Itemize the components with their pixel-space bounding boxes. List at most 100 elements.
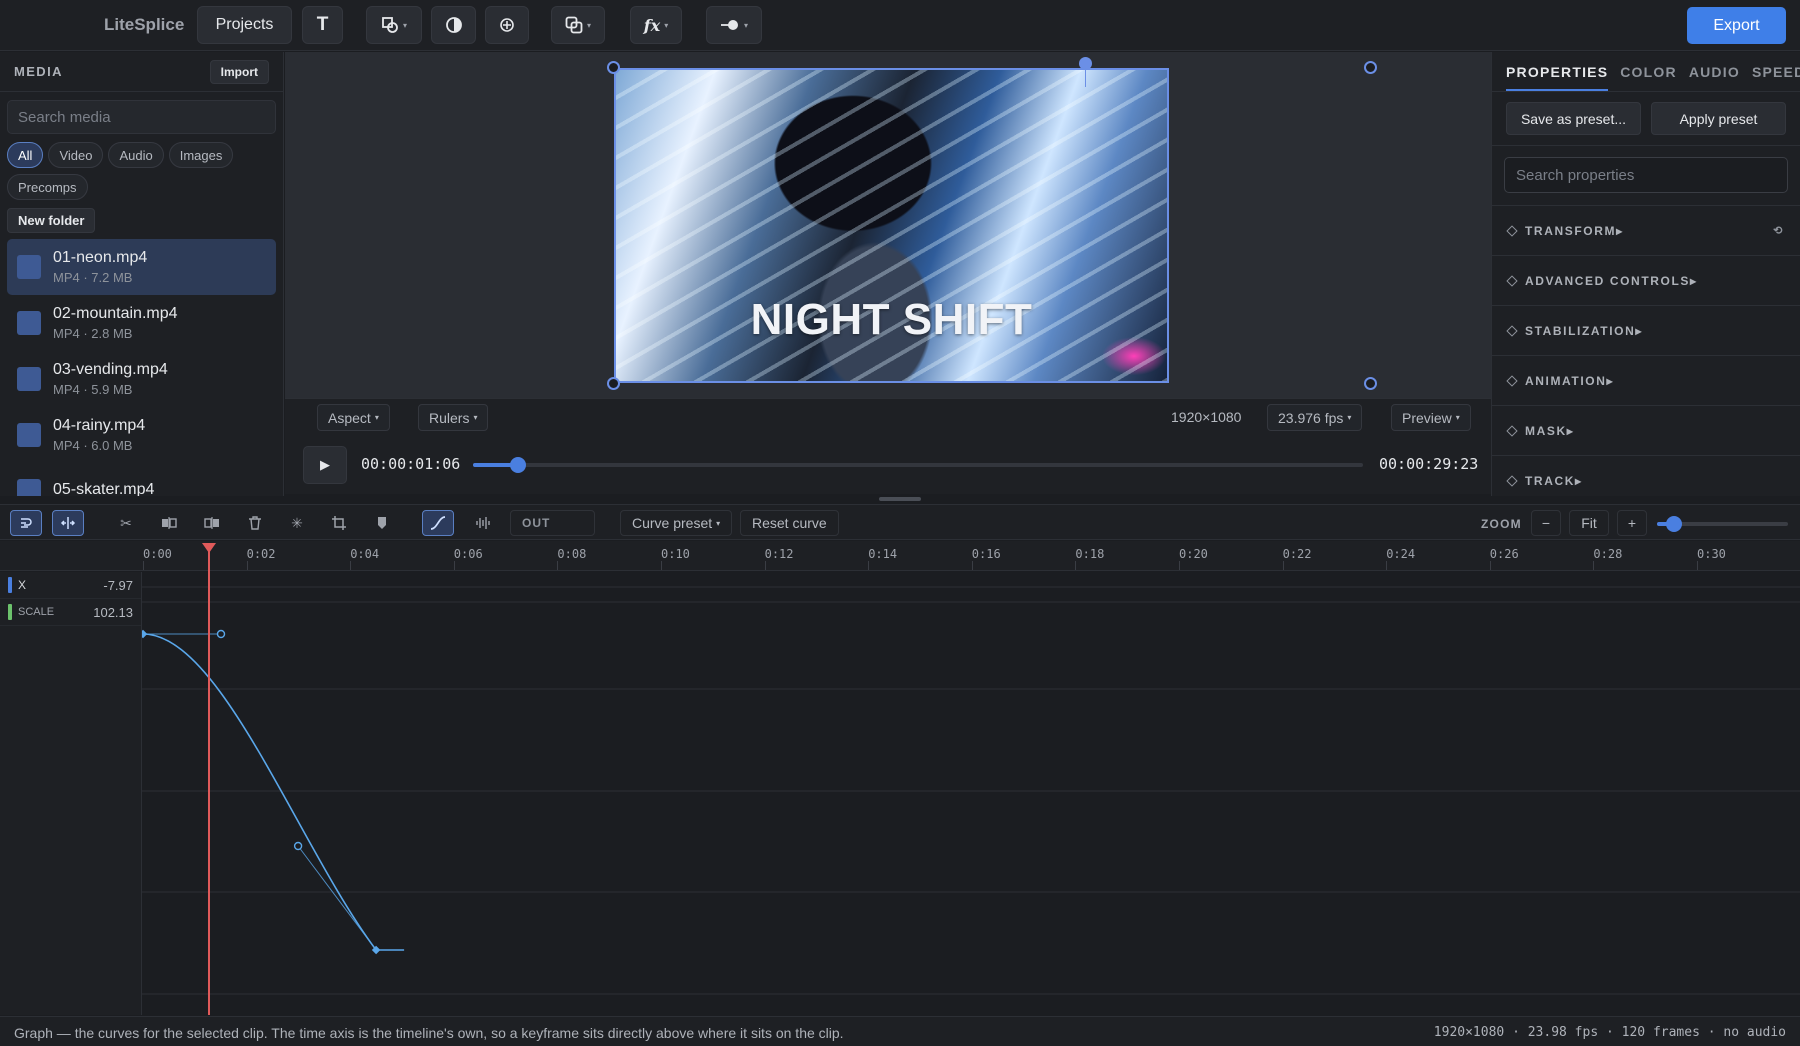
scrubber-track[interactable] <box>473 463 1363 467</box>
graph-editor[interactable] <box>138 572 1800 1015</box>
time-ruler[interactable]: 0:00 0:02 0:04 0:06 0:08 0:10 0:12 0:14 0:16 0:18… <box>142 541 1800 571</box>
tab-color[interactable]: COLOR <box>1620 64 1677 91</box>
reset-curve-button[interactable]: Reset curve <box>740 510 839 536</box>
resize-handle-bottom-right[interactable] <box>1364 377 1377 390</box>
curve-icon <box>430 516 446 530</box>
zoom-out-button[interactable]: − <box>1531 510 1561 536</box>
ruler-tick <box>1075 561 1077 570</box>
play-button[interactable]: ▶ <box>303 446 347 484</box>
marker-icon <box>378 517 386 529</box>
adjust-tool-button[interactable] <box>431 6 476 44</box>
ruler-tick <box>453 561 455 570</box>
shapes-tool-button[interactable]: ▾ <box>366 6 422 44</box>
filter-images[interactable]: Images <box>168 142 234 168</box>
effects-button[interactable]: fx ▾ <box>630 6 682 44</box>
import-button[interactable]: Import <box>209 59 269 84</box>
waveform-toggle[interactable] <box>467 510 499 536</box>
media-item[interactable]: 02-mountain.mp4 MP4 · 2.8 MB <box>7 295 276 351</box>
preview-quality-dropdown[interactable]: Preview ▾ <box>1391 404 1471 431</box>
channel-name: X <box>18 578 27 592</box>
chevron-down-icon: ▾ <box>1347 413 1352 422</box>
section-stabilization[interactable]: STABILIZATION ▸ <box>1492 305 1800 355</box>
properties-panel: PROPERTIES COLOR AUDIO SPEED Save as pre… <box>1491 52 1800 496</box>
section-transform[interactable]: TRANSFORM ▸ ⟲ <box>1492 205 1800 255</box>
tangent-handle[interactable] <box>293 841 303 851</box>
export-button[interactable]: Export <box>1687 7 1786 44</box>
section-mask[interactable]: MASK ▸ <box>1492 405 1800 455</box>
snap-toggle[interactable] <box>10 510 42 536</box>
ruler-tick-label: 0:10 <box>661 547 690 561</box>
new-folder-button[interactable]: New folder <box>7 208 96 233</box>
media-item[interactable]: 01-neon.mp4 MP4 · 7.2 MB <box>7 239 276 295</box>
resize-handle-top-right[interactable] <box>1364 61 1377 74</box>
graph-canvas[interactable] <box>138 572 1800 1015</box>
delete-button[interactable] <box>239 510 271 536</box>
search-properties-input[interactable]: Search properties <box>1504 157 1788 193</box>
composite-tool-button[interactable]: ▾ <box>551 6 605 44</box>
timeline-toolbar: ✂ ✳ OUT Curve preset ▾ Reset curve ZOOM −… <box>0 504 1800 540</box>
media-item[interactable]: 04-rainy.mp4 MP4 · 6.0 MB <box>7 407 276 463</box>
apply-preset-button[interactable]: Apply preset <box>1651 102 1786 135</box>
rotation-handle[interactable] <box>1079 57 1092 70</box>
freeze-button[interactable]: ✳ <box>281 510 313 536</box>
tab-speed[interactable]: SPEED <box>1752 64 1800 91</box>
split-right-button[interactable] <box>196 510 228 536</box>
split-left-button[interactable] <box>153 510 185 536</box>
zoom-slider-handle[interactable] <box>1666 516 1683 532</box>
toggle-tool-button[interactable]: ▾ <box>706 6 762 44</box>
ruler-tick-label: 0:12 <box>764 547 794 561</box>
curve-preset-dropdown[interactable]: Curve preset ▾ <box>620 510 733 536</box>
channel-value[interactable]: 102.13 <box>93 605 133 620</box>
section-advanced-controls[interactable]: ADVANCED CONTROLS ▸ <box>1492 255 1800 305</box>
media-item[interactable]: 05-skater.mp4 <box>7 463 276 496</box>
keyframe[interactable] <box>138 629 148 639</box>
ruler-tick <box>661 561 662 570</box>
ruler-tick-label: 0:26 <box>1489 547 1519 561</box>
chevron-down-icon: ▾ <box>402 20 407 30</box>
graph-editor-toggle[interactable] <box>422 510 454 536</box>
split-right-icon <box>204 517 219 529</box>
projects-button[interactable]: Projects <box>197 6 292 44</box>
resize-handle-bottom-left[interactable] <box>607 377 620 390</box>
text-tool-button[interactable]: T <box>302 6 343 44</box>
media-item[interactable]: 03-vending.mp4 MP4 · 5.9 MB <box>7 351 276 407</box>
tab-audio[interactable]: AUDIO <box>1689 64 1740 91</box>
channel-value[interactable]: -7.97 <box>103 578 133 593</box>
title-overlay[interactable]: NIGHT SHIFT <box>616 295 1167 345</box>
aspect-dropdown[interactable]: Aspect ▾ <box>317 404 390 431</box>
ruler-tick-label: 0:22 <box>1282 547 1312 561</box>
tab-properties[interactable]: PROPERTIES <box>1506 64 1609 91</box>
add-marker-button[interactable] <box>485 6 529 44</box>
filter-all[interactable]: All <box>7 142 44 168</box>
channel-row-x[interactable]: X -7.97 <box>0 572 141 599</box>
top-toolbar: LiteSplice Projects T ▾ ▾ fx ▾ ▾ Export <box>0 0 1800 51</box>
cut-button[interactable]: ✂ <box>110 510 142 536</box>
crop-button[interactable] <box>323 510 355 536</box>
search-media-input[interactable]: Search media <box>7 100 276 134</box>
playhead[interactable] <box>201 543 216 1015</box>
marker-button[interactable] <box>366 510 398 536</box>
reset-icon[interactable]: ⟲ <box>1773 224 1784 237</box>
scrubber-handle[interactable] <box>509 457 526 473</box>
panel-splitter-handle[interactable] <box>879 497 921 501</box>
resize-handle-top-left[interactable] <box>607 61 620 74</box>
section-track[interactable]: TRACK ▸ <box>1492 455 1800 496</box>
filter-video[interactable]: Video <box>48 142 104 168</box>
rulers-dropdown[interactable]: Rulers ▾ <box>418 404 489 431</box>
playhead-handle[interactable] <box>201 543 216 553</box>
easing-out-field[interactable]: OUT <box>510 510 595 536</box>
save-preset-button[interactable]: Save as preset... <box>1506 102 1641 135</box>
preview-frame[interactable]: NIGHT SHIFT <box>614 68 1169 383</box>
filter-audio[interactable]: Audio <box>108 142 164 168</box>
ripple-toggle[interactable] <box>52 510 84 536</box>
section-animation[interactable]: ANIMATION ▸ <box>1492 355 1800 405</box>
channel-row-scale[interactable]: SCALE 102.13 <box>0 599 141 626</box>
easing-out-label: OUT <box>522 516 551 530</box>
status-message: Graph — the curves for the selected clip… <box>14 1025 844 1041</box>
tangent-handle[interactable] <box>216 629 226 639</box>
preview-toolbar: Aspect ▾ Rulers ▾ 1920×1080 23.976 fps ▾ Pr… <box>285 398 1491 434</box>
zoom-in-button[interactable]: + <box>1617 510 1647 536</box>
fps-dropdown[interactable]: 23.976 fps ▾ <box>1267 404 1363 431</box>
filter-precomps[interactable]: Precomps <box>7 174 88 200</box>
zoom-fit-button[interactable]: Fit <box>1569 510 1609 536</box>
